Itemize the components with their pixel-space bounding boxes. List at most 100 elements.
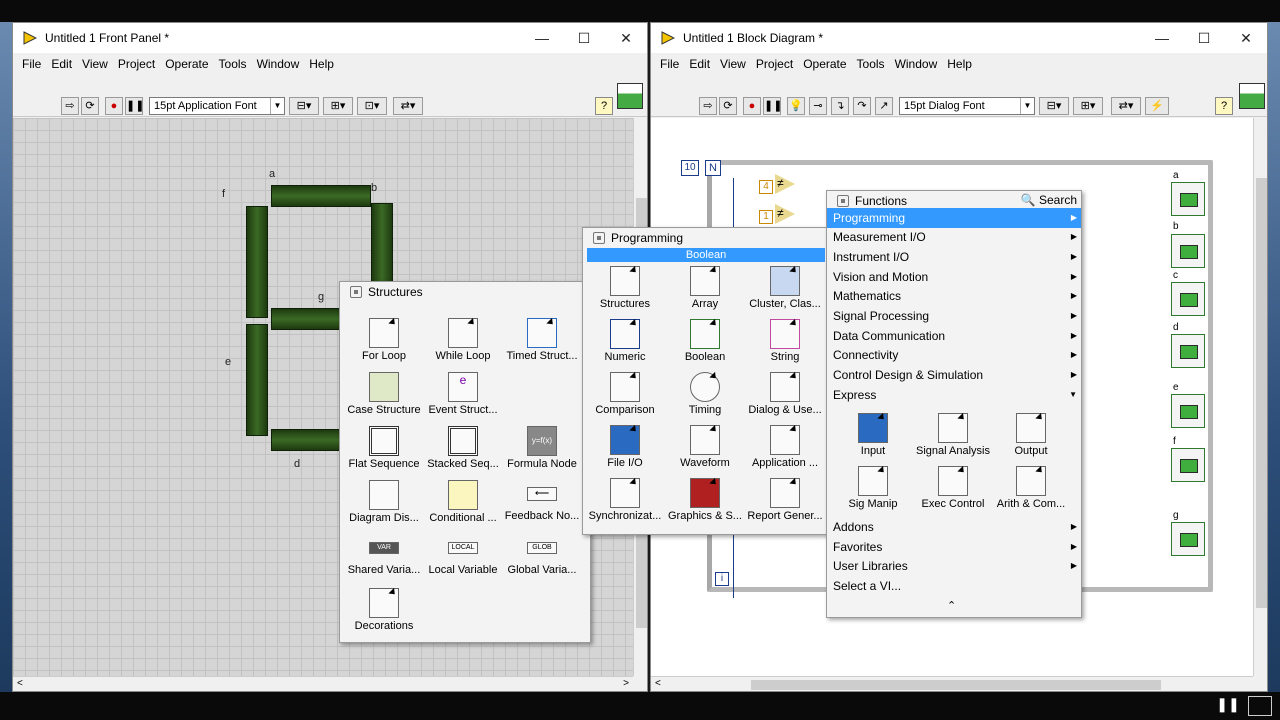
- numeric-constant-4[interactable]: 4: [759, 180, 773, 194]
- pin-icon[interactable]: [593, 232, 605, 244]
- run-continuously-button[interactable]: ⟳: [719, 97, 737, 115]
- express-exec-control[interactable]: Exec Control: [913, 464, 993, 516]
- menu-help[interactable]: Help: [947, 57, 972, 71]
- menu-edit[interactable]: Edit: [51, 57, 72, 71]
- shared-variable-item[interactable]: VAR Shared Varia...: [344, 532, 424, 584]
- express-input[interactable]: Input: [833, 411, 913, 463]
- block-diagram-titlebar[interactable]: Untitled 1 Block Diagram * — ☐ ✕: [651, 23, 1267, 53]
- cluster-category[interactable]: Cluster, Clas...: [745, 264, 825, 316]
- pin-icon[interactable]: [837, 195, 849, 207]
- search-button[interactable]: 🔍 Search: [1021, 193, 1077, 207]
- menu-project[interactable]: Project: [118, 57, 155, 71]
- pause-video-icon[interactable]: ❚❚: [1216, 696, 1240, 716]
- maximize-button[interactable]: ☐: [563, 30, 605, 47]
- align-objects-button[interactable]: ⊟▾: [1039, 97, 1069, 115]
- flat-sequence-item[interactable]: Flat Sequence: [344, 424, 424, 476]
- menu-mathematics[interactable]: Mathematics ▶: [827, 286, 1081, 306]
- menu-file[interactable]: File: [22, 57, 41, 71]
- boolean-category[interactable]: Boolean: [665, 317, 745, 369]
- diagram-disable-item[interactable]: Diagram Dis...: [344, 478, 424, 530]
- collapse-icon[interactable]: ⌃: [947, 599, 956, 612]
- step-over-button[interactable]: ↷: [853, 97, 871, 115]
- font-select[interactable]: 15pt Dialog Font ▼: [899, 97, 1035, 115]
- case-structure-item[interactable]: Case Structure: [344, 370, 424, 422]
- pin-icon[interactable]: [350, 286, 362, 298]
- close-button[interactable]: ✕: [1225, 30, 1267, 47]
- indicator-d[interactable]: [1171, 334, 1205, 368]
- menu-project[interactable]: Project: [756, 57, 793, 71]
- menu-view[interactable]: View: [82, 57, 108, 71]
- menu-tools[interactable]: Tools: [219, 57, 247, 71]
- indicator-g[interactable]: [1171, 522, 1205, 556]
- distribute-objects-button[interactable]: ⊞▾: [323, 97, 353, 115]
- menu-help[interactable]: Help: [309, 57, 334, 71]
- highlight-execution-button[interactable]: 💡: [787, 97, 805, 115]
- menu-express[interactable]: Express ▼: [827, 385, 1081, 405]
- menu-control-design[interactable]: Control Design & Simulation ▶: [827, 365, 1081, 385]
- formula-node-item[interactable]: y=f(x) Formula Node: [502, 424, 582, 476]
- context-help-button[interactable]: ?: [595, 97, 613, 115]
- minimize-button[interactable]: —: [1141, 30, 1183, 46]
- retain-wire-values-button[interactable]: ⊸: [809, 97, 827, 115]
- menu-connectivity[interactable]: Connectivity ▶: [827, 345, 1081, 365]
- menu-signal-processing[interactable]: Signal Processing ▶: [827, 306, 1081, 326]
- menu-select-vi[interactable]: Select a VI...: [827, 576, 1081, 596]
- menu-instrument-io[interactable]: Instrument I/O ▶: [827, 247, 1081, 267]
- front-panel-titlebar[interactable]: Untitled 1 Front Panel * — ☐ ✕: [13, 23, 647, 53]
- express-arith-compare[interactable]: Arith & Com...: [991, 464, 1071, 516]
- pause-button[interactable]: ❚❚: [125, 97, 144, 115]
- maximize-button[interactable]: ☐: [1183, 30, 1225, 47]
- numeric-category[interactable]: Numeric: [585, 317, 665, 369]
- stacked-sequence-item[interactable]: Stacked Seq...: [423, 424, 503, 476]
- menu-data-communication[interactable]: Data Communication ▶: [827, 326, 1081, 346]
- menu-window[interactable]: Window: [257, 57, 300, 71]
- reorder-button[interactable]: ⇄▾: [393, 97, 423, 115]
- decorations-item[interactable]: Decorations: [344, 586, 424, 638]
- iteration-terminal[interactable]: i: [715, 572, 729, 586]
- conditional-disable-item[interactable]: Conditional ...: [423, 478, 503, 530]
- menu-measurement-io[interactable]: Measurement I/O ▶: [827, 227, 1081, 247]
- font-select[interactable]: 15pt Application Font ▼: [149, 97, 285, 115]
- event-structure-item[interactable]: e Event Struct...: [423, 370, 503, 422]
- scroll-right-icon[interactable]: >: [623, 678, 629, 689]
- waveform-category[interactable]: Waveform: [665, 423, 745, 475]
- feedback-node-item[interactable]: ⟵ Feedback No...: [502, 478, 582, 530]
- array-category[interactable]: Array: [665, 264, 745, 316]
- local-variable-item[interactable]: LOCAL Local Variable: [423, 532, 503, 584]
- scroll-thumb[interactable]: [751, 680, 1161, 690]
- loop-count-terminal[interactable]: N: [705, 160, 721, 176]
- context-help-button[interactable]: ?: [1215, 97, 1233, 115]
- step-into-button[interactable]: ↴: [831, 97, 849, 115]
- distribute-objects-button[interactable]: ⊞▾: [1073, 97, 1103, 115]
- front-panel-hscroll[interactable]: < >: [13, 676, 633, 691]
- segment-a[interactable]: [271, 185, 371, 207]
- screen-capture-icon[interactable]: [1248, 696, 1272, 716]
- indicator-b[interactable]: [1171, 234, 1205, 268]
- timing-category[interactable]: Timing: [665, 370, 745, 422]
- express-signal-analysis[interactable]: Signal Analysis: [913, 411, 993, 463]
- run-continuously-button[interactable]: ⟳: [81, 97, 99, 115]
- step-out-button[interactable]: ↗: [875, 97, 893, 115]
- not-equal-node-1[interactable]: ≠: [775, 174, 795, 194]
- close-button[interactable]: ✕: [605, 30, 647, 47]
- dialog-category[interactable]: Dialog & Use...: [745, 370, 825, 422]
- clean-up-diagram-button[interactable]: ⚡: [1145, 97, 1169, 115]
- not-equal-node-2[interactable]: ≠: [775, 204, 795, 224]
- reorder-button[interactable]: ⇄▾: [1111, 97, 1141, 115]
- express-output[interactable]: Output: [991, 411, 1071, 463]
- graphics-sound-category[interactable]: Graphics & S...: [665, 476, 745, 528]
- menu-operate[interactable]: Operate: [803, 57, 846, 71]
- indicator-a[interactable]: [1171, 182, 1205, 216]
- menu-favorites[interactable]: Favorites ▶: [827, 537, 1081, 557]
- menu-tools[interactable]: Tools: [857, 57, 885, 71]
- abort-button[interactable]: ●: [105, 97, 123, 115]
- menu-vision-motion[interactable]: Vision and Motion ▶: [827, 267, 1081, 287]
- file-io-category[interactable]: File I/O: [585, 423, 665, 475]
- menu-programming[interactable]: Programming ▶: [827, 208, 1081, 228]
- structures-palette-header[interactable]: Structures: [340, 282, 590, 302]
- menu-window[interactable]: Window: [895, 57, 938, 71]
- menu-operate[interactable]: Operate: [165, 57, 208, 71]
- abort-button[interactable]: ●: [743, 97, 761, 115]
- indicator-f[interactable]: [1171, 448, 1205, 482]
- block-diagram-hscroll[interactable]: <: [651, 676, 1253, 691]
